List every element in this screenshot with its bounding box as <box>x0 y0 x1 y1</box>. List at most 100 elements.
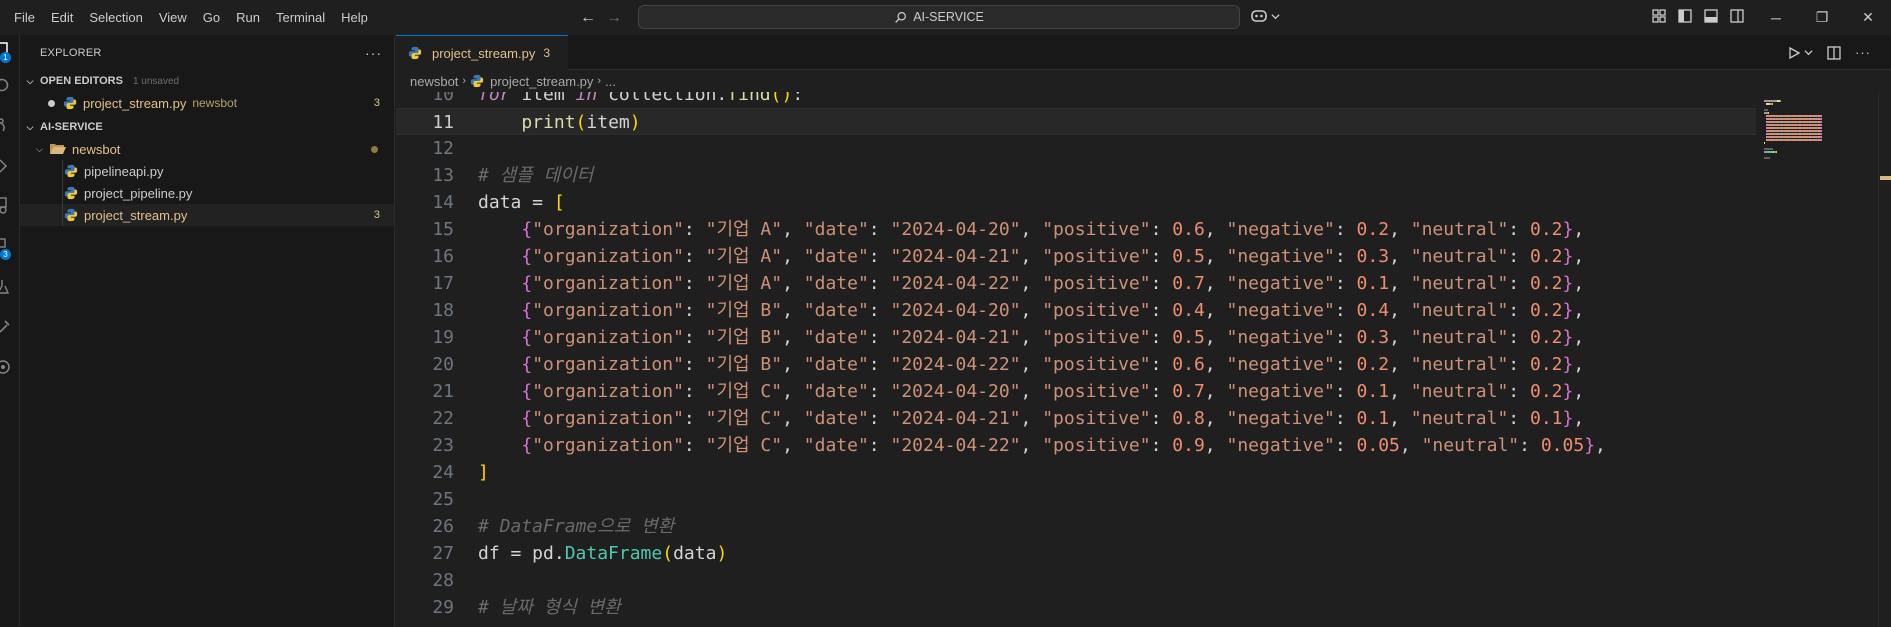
minimap-token <box>1764 109 1768 111</box>
open-editor-filename: project_stream.py <box>83 95 187 111</box>
minimap-token <box>1821 118 1822 120</box>
line-number: 21 <box>432 381 454 402</box>
code-line[interactable]: 14 data = [ <box>396 189 1756 216</box>
close-icon[interactable]: ✕ <box>1845 0 1891 35</box>
back-arrow-icon[interactable]: ← <box>580 9 596 27</box>
toggle-panel-icon[interactable] <box>1704 9 1718 23</box>
toggle-primary-sidebar-icon[interactable] <box>1678 9 1692 23</box>
line-code: # DataFrame으로 변환 <box>478 516 675 537</box>
problem-count: 3 <box>373 97 380 109</box>
python-file-icon <box>63 96 77 110</box>
menu-go[interactable]: Go <box>195 0 228 35</box>
breadcrumb-file[interactable]: project_stream.py <box>490 74 593 89</box>
code-line[interactable]: 10 for item in collection.find(): <box>396 92 1756 108</box>
menu-run[interactable]: Run <box>228 0 268 35</box>
source-control-icon[interactable] <box>0 117 18 135</box>
minimap-token <box>1784 121 1791 123</box>
line-number: 26 <box>432 516 454 537</box>
toggle-secondary-sidebar-icon[interactable] <box>1730 9 1744 23</box>
file-item[interactable]: project_pipeline.py <box>20 182 394 204</box>
workspace-section[interactable]: ⌵ AI-SERVICE <box>20 116 394 138</box>
code-line[interactable]: 24] <box>396 459 1756 486</box>
minimap-token <box>1772 103 1773 105</box>
more-actions-icon[interactable]: ··· <box>365 45 382 61</box>
code-line[interactable]: 29 # 날짜 형식 변환 <box>396 594 1756 621</box>
vertical-scrollbar[interactable] <box>1878 92 1891 627</box>
line-number: 18 <box>432 300 454 321</box>
file-name: project_stream.py <box>84 207 188 223</box>
file-item[interactable]: pipelineapi.py <box>20 160 394 182</box>
line-number: 17 <box>432 273 454 294</box>
more-actions-icon[interactable]: ··· <box>1855 45 1871 60</box>
copilot-chat-icon[interactable] <box>0 358 18 376</box>
menu-terminal[interactable]: Terminal <box>268 0 333 35</box>
menu-help[interactable]: Help <box>333 0 376 35</box>
menu-file[interactable]: File <box>6 0 43 35</box>
minimap-token <box>1784 136 1791 138</box>
line-number: 11 <box>432 112 454 133</box>
minimap[interactable] <box>1760 92 1878 627</box>
copilot-menu[interactable] <box>1250 8 1280 24</box>
code-line[interactable]: 19 {"organization": "기업 B", "date": "202… <box>396 324 1756 351</box>
code-line[interactable]: 20 {"organization": "기업 B", "date": "202… <box>396 351 1756 378</box>
code-line[interactable]: 16 {"organization": "기업 A", "date": "202… <box>396 243 1756 270</box>
chevron-down-icon[interactable] <box>1804 48 1813 57</box>
open-editor-folder: newsbot <box>192 96 238 110</box>
menu-view[interactable]: View <box>151 0 195 35</box>
activity-bar: 1 3 <box>0 35 20 627</box>
code-line[interactable]: 26 # DataFrame으로 변환 <box>396 513 1756 540</box>
code-line[interactable]: 21 {"organization": "기업 C", "date": "202… <box>396 378 1756 405</box>
code-editor[interactable]: 10 for item in collection.find(): 11 print… <box>396 92 1756 627</box>
line-code: {"organization": "기업 A", "date": "2024-0… <box>521 273 1585 294</box>
menu-selection[interactable]: Selection <box>81 0 150 35</box>
chevron-down-icon <box>1271 13 1280 19</box>
split-editor-icon[interactable] <box>1827 45 1841 60</box>
line-code: {"organization": "기업 A", "date": "2024-0… <box>521 246 1585 267</box>
forward-arrow-icon[interactable]: → <box>606 9 622 27</box>
line-number: 13 <box>432 165 454 186</box>
line-code: ] <box>478 462 489 483</box>
code-line[interactable]: 28 <box>396 567 1756 594</box>
unsaved-dot-icon[interactable] <box>48 99 55 107</box>
line-code: {"organization": "기업 B", "date": "2024-0… <box>521 300 1585 321</box>
python-file-icon <box>64 164 78 178</box>
layout-controls <box>1652 9 1744 23</box>
restore-icon[interactable]: ❐ <box>1799 0 1845 35</box>
open-editors-section[interactable]: ⌵ OPEN EDITORS 1 unsaved <box>20 70 394 92</box>
line-number: 28 <box>432 570 454 591</box>
code-line[interactable]: 18 {"organization": "기업 B", "date": "202… <box>396 297 1756 324</box>
file-name: pipelineapi.py <box>84 163 164 179</box>
run-debug-icon[interactable] <box>0 157 18 175</box>
minimap-token <box>1764 142 1765 144</box>
remote-explorer-icon[interactable] <box>0 197 18 215</box>
code-line[interactable]: 17 {"organization": "기업 A", "date": "202… <box>396 270 1756 297</box>
minimize-icon[interactable]: ─ <box>1753 0 1799 35</box>
file-item-selected[interactable]: project_stream.py 3 <box>20 204 394 226</box>
scrollbar-thumb[interactable] <box>1880 176 1891 180</box>
folder-newsbot[interactable]: ⌵ newsbot <box>20 138 394 160</box>
open-editor-item[interactable]: project_stream.py newsbot 3 <box>20 92 394 114</box>
code-line[interactable]: 23 {"organization": "기업 C", "date": "202… <box>396 432 1756 459</box>
menu-edit[interactable]: Edit <box>43 0 81 35</box>
tab-project-stream[interactable]: project_stream.py 3 <box>396 35 568 70</box>
code-line[interactable]: 12 <box>396 135 1756 162</box>
minimap-token <box>1767 127 1775 129</box>
code-line[interactable]: 22 {"organization": "기업 C", "date": "202… <box>396 405 1756 432</box>
testing-icon[interactable] <box>0 278 18 296</box>
customize-layout-icon[interactable] <box>1652 9 1666 23</box>
minimap-token <box>1764 148 1773 150</box>
search-icon[interactable] <box>0 77 18 95</box>
code-line[interactable]: 13 # 샘플 데이터 <box>396 162 1756 189</box>
minimap-token <box>1784 139 1791 141</box>
run-python-file-icon[interactable] <box>1788 46 1800 59</box>
line-number: 25 <box>432 489 454 510</box>
breadcrumb-more[interactable]: ... <box>605 74 616 89</box>
code-line[interactable]: 27 df = pd.DataFrame(data) <box>396 540 1756 567</box>
breadcrumb-folder[interactable]: newsbot <box>410 74 458 89</box>
tools-icon[interactable] <box>0 318 18 336</box>
code-line[interactable]: 15 {"organization": "기업 A", "date": "202… <box>396 216 1756 243</box>
chevron-down-icon: ⌵ <box>26 75 34 86</box>
command-center-search[interactable]: AI-SERVICE <box>638 5 1240 29</box>
code-line[interactable]: 11 print(item) <box>396 108 1756 135</box>
code-line[interactable]: 25 <box>396 486 1756 513</box>
